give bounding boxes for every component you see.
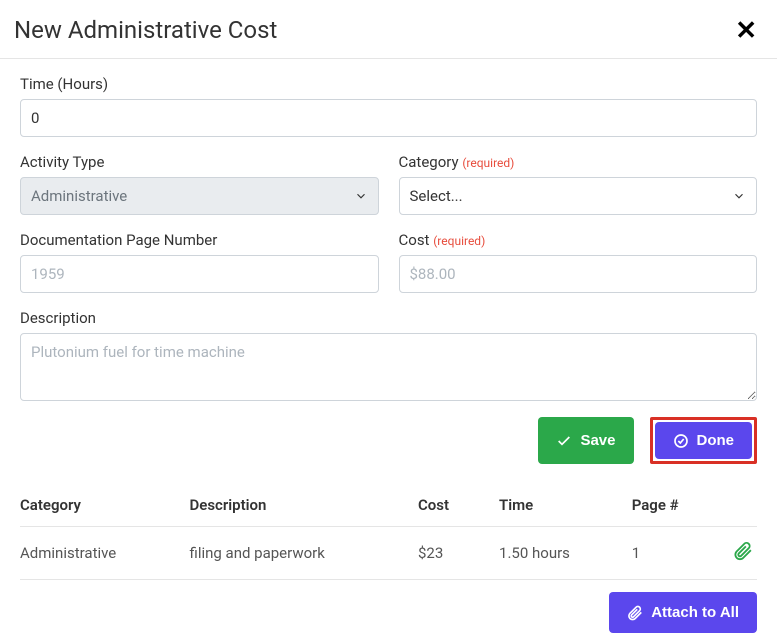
description-label: Description (20, 309, 757, 327)
category-group: Category (required) Select... (399, 153, 758, 215)
table-row: Administrative filing and paperwork $23 … (20, 527, 757, 580)
check-circle-icon (673, 433, 689, 449)
paperclip-icon (627, 605, 643, 621)
th-time: Time (499, 484, 632, 527)
doc-page-group: Documentation Page Number (20, 231, 379, 293)
activity-type-select[interactable]: Administrative (20, 177, 379, 215)
description-textarea[interactable] (20, 333, 757, 401)
td-page: 1 (632, 527, 720, 580)
doc-page-input[interactable] (20, 255, 379, 293)
cost-table-wrap: Category Description Cost Time Page # Ad… (0, 484, 777, 580)
th-attach (720, 484, 757, 527)
footer-row: Attach to All (0, 580, 777, 633)
cost-required-tag: (required) (433, 234, 485, 248)
cost-group: Cost (required) (399, 231, 758, 293)
attach-all-label: Attach to All (651, 604, 739, 621)
close-button[interactable]: ✕ (735, 17, 757, 43)
modal-header: New Administrative Cost ✕ (0, 0, 777, 59)
th-page: Page # (632, 484, 720, 527)
activity-type-group: Activity Type Administrative (20, 153, 379, 215)
th-description: Description (190, 484, 418, 527)
attach-to-all-button[interactable]: Attach to All (609, 592, 757, 633)
modal-title: New Administrative Cost (14, 16, 277, 44)
done-button[interactable]: Done (655, 422, 753, 459)
category-required-tag: (required) (462, 156, 514, 170)
done-button-label: Done (697, 432, 735, 449)
description-group: Description (20, 309, 757, 401)
td-attach (720, 527, 757, 580)
cost-label-text: Cost (399, 231, 430, 249)
save-button-label: Save (580, 432, 615, 449)
category-label-text: Category (399, 153, 459, 171)
td-cost: $23 (418, 527, 499, 580)
button-row: Save Done (0, 417, 777, 464)
th-cost: Cost (418, 484, 499, 527)
paperclip-icon[interactable] (733, 541, 753, 561)
td-category: Administrative (20, 527, 190, 580)
time-label: Time (Hours) (20, 75, 757, 93)
done-highlight-box: Done (650, 417, 758, 464)
cost-table: Category Description Cost Time Page # Ad… (20, 484, 757, 580)
cost-label: Cost (required) (399, 231, 758, 249)
td-time: 1.50 hours (499, 527, 632, 580)
save-button[interactable]: Save (538, 417, 633, 464)
check-icon (556, 433, 572, 449)
td-description: filing and paperwork (190, 527, 418, 580)
category-select[interactable]: Select... (399, 177, 758, 215)
activity-type-label: Activity Type (20, 153, 379, 171)
th-category: Category (20, 484, 190, 527)
form-body: Time (Hours) Activity Type Administrativ… (0, 59, 777, 401)
time-input[interactable] (20, 99, 757, 137)
cost-input[interactable] (399, 255, 758, 293)
table-header-row: Category Description Cost Time Page # (20, 484, 757, 527)
category-label: Category (required) (399, 153, 758, 171)
close-icon: ✕ (735, 15, 757, 45)
doc-page-label: Documentation Page Number (20, 231, 379, 249)
time-group: Time (Hours) (20, 75, 757, 137)
